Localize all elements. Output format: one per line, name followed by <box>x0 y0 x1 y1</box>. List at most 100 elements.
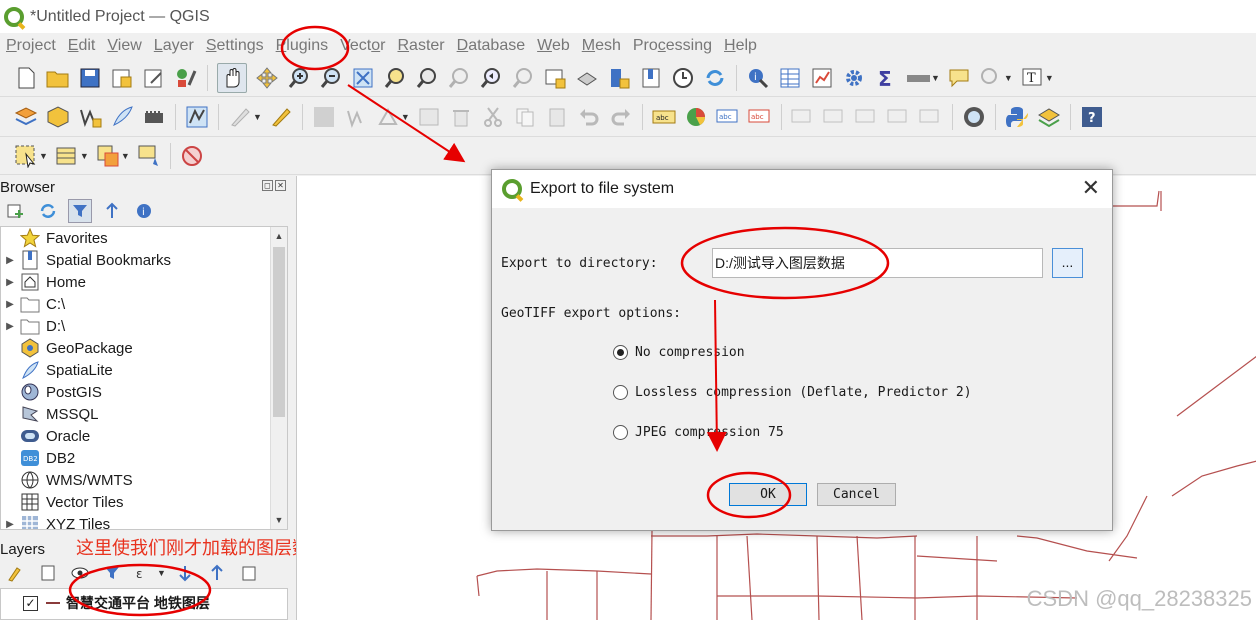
menu-view[interactable]: View <box>101 37 147 55</box>
new-temporary-layer-icon[interactable] <box>142 105 166 129</box>
zoom-out-icon[interactable] <box>319 66 343 90</box>
zoom-native-icon[interactable] <box>447 66 471 90</box>
tree-item-spatialite[interactable]: SpatiaLite <box>1 359 287 381</box>
radio-lossless-compression[interactable]: Lossless compression (Deflate, Predictor… <box>613 385 972 400</box>
menu-plugins[interactable]: Plugins <box>270 37 334 55</box>
expand-arrow-icon[interactable]: ▶ <box>1 519 19 530</box>
add-group-icon[interactable] <box>36 561 60 585</box>
deselect-features-icon[interactable] <box>96 144 120 168</box>
tree-item-favorites[interactable]: Favorites <box>1 227 287 249</box>
identify-icon[interactable]: i <box>746 66 770 90</box>
zoom-last-icon[interactable] <box>479 66 503 90</box>
attribute-table-icon[interactable] <box>778 66 802 90</box>
settings-gear-icon[interactable] <box>842 66 866 90</box>
browse-button[interactable]: ... <box>1052 248 1083 278</box>
plugin-globe-icon[interactable] <box>962 105 986 129</box>
zoom-to-layer-icon[interactable] <box>415 66 439 90</box>
add-selected-layers-icon[interactable] <box>4 199 28 223</box>
menu-mesh[interactable]: Mesh <box>576 37 627 55</box>
expand-arrow-icon[interactable]: ▶ <box>1 299 19 310</box>
copy-features-icon[interactable] <box>513 105 537 129</box>
measure-dropdown-icon[interactable]: ▼ <box>931 73 940 83</box>
map-tips-icon[interactable] <box>947 66 971 90</box>
new-shapefile-icon[interactable] <box>78 105 102 129</box>
menu-processing[interactable]: Processing <box>627 37 718 55</box>
new-bookmark-icon[interactable] <box>607 66 631 90</box>
scrollbar-thumb[interactable] <box>273 247 285 417</box>
change-label-icon[interactable] <box>919 105 943 129</box>
tree-item-geopackage[interactable]: GeoPackage <box>1 337 287 359</box>
new-project-icon[interactable] <box>14 66 38 90</box>
zoom-to-selection-icon[interactable] <box>383 66 407 90</box>
style-manager-icon[interactable] <box>174 66 198 90</box>
data-source-manager-icon[interactable] <box>14 105 38 129</box>
radio-button[interactable] <box>613 425 628 440</box>
tree-item-oracle[interactable]: Oracle <box>1 425 287 447</box>
collapse-all-icon[interactable] <box>100 199 124 223</box>
show-bookmarks-icon[interactable] <box>639 66 663 90</box>
expand-arrow-icon[interactable]: ▶ <box>1 277 19 288</box>
label-toolbar-icon[interactable]: abc <box>652 105 676 129</box>
current-edits-dropdown-icon[interactable]: ▼ <box>253 112 262 122</box>
tree-item-home[interactable]: ▶ Home <box>1 271 287 293</box>
refresh-icon[interactable] <box>703 66 727 90</box>
expand-arrow-icon[interactable]: ▶ <box>1 255 19 266</box>
select-by-location-icon[interactable] <box>137 144 161 168</box>
add-feature-icon[interactable] <box>344 105 368 129</box>
delete-selected-icon[interactable] <box>449 105 473 129</box>
text-annotation-icon[interactable]: T <box>1020 66 1044 90</box>
print-layout-icon[interactable] <box>142 66 166 90</box>
modify-attributes-icon[interactable] <box>417 105 441 129</box>
scroll-down-icon[interactable]: ▼ <box>271 512 287 528</box>
save-project-icon[interactable] <box>78 66 102 90</box>
toggle-editing-icon[interactable] <box>269 105 293 129</box>
zoom-next-icon[interactable] <box>511 66 535 90</box>
layers-plugin-icon[interactable] <box>1037 105 1061 129</box>
vertex-tool-dropdown-icon[interactable]: ▼ <box>401 112 410 122</box>
tree-item-wms[interactable]: WMS/WMTS <box>1 469 287 491</box>
radio-button-selected[interactable] <box>613 345 628 360</box>
move-label-icon[interactable] <box>855 105 879 129</box>
menu-vector[interactable]: Vector <box>334 37 391 55</box>
menu-database[interactable]: Database <box>451 37 532 55</box>
remove-layer-icon[interactable] <box>237 561 261 585</box>
new-map-view-icon[interactable] <box>543 66 567 90</box>
layer-styling-icon[interactable] <box>4 561 28 585</box>
cancel-button[interactable]: Cancel <box>817 483 896 506</box>
expression-dropdown-icon[interactable]: ▼ <box>157 568 166 578</box>
menu-project[interactable]: Project <box>0 37 62 55</box>
digitize-icon[interactable] <box>185 105 209 129</box>
help-icon[interactable]: ? <box>1080 105 1104 129</box>
pan-to-selection-icon[interactable] <box>255 66 279 90</box>
select-by-attribute-dropdown-icon[interactable]: ▼ <box>80 151 89 161</box>
measure-icon[interactable] <box>906 66 930 90</box>
radio-jpeg-compression[interactable]: JPEG compression 75 <box>613 425 784 440</box>
collapse-layers-icon[interactable] <box>205 561 229 585</box>
tree-item-drive-d[interactable]: ▶ D:\ <box>1 315 287 337</box>
tree-item-mssql[interactable]: MSSQL <box>1 403 287 425</box>
current-edits-icon[interactable] <box>228 105 252 129</box>
layer-labeling-icon[interactable]: abc <box>716 105 740 129</box>
menu-web[interactable]: Web <box>531 37 576 55</box>
redo-icon[interactable] <box>609 105 633 129</box>
expand-all-icon[interactable] <box>173 561 197 585</box>
python-console-icon[interactable] <box>1005 105 1029 129</box>
select-features-icon[interactable] <box>14 144 38 168</box>
rotate-label-icon[interactable] <box>887 105 911 129</box>
close-icon[interactable]: ✕ <box>1082 176 1100 200</box>
undo-icon[interactable] <box>577 105 601 129</box>
expand-arrow-icon[interactable]: ▶ <box>1 321 19 332</box>
new-3d-view-icon[interactable] <box>575 66 599 90</box>
temporal-controller-icon[interactable] <box>671 66 695 90</box>
statistics-icon[interactable] <box>810 66 834 90</box>
radio-button[interactable] <box>613 385 628 400</box>
layer-item[interactable]: ✓ 智慧交通平台 地铁图层 <box>23 592 210 614</box>
scroll-up-icon[interactable]: ▲ <box>271 228 287 244</box>
filter-browser-icon[interactable] <box>68 199 92 223</box>
radio-no-compression[interactable]: No compression <box>613 345 745 360</box>
cut-features-icon[interactable] <box>481 105 505 129</box>
menu-edit[interactable]: Edit <box>62 37 102 55</box>
vertex-tool-icon[interactable] <box>376 105 400 129</box>
tree-item-postgis[interactable]: PostGIS <box>1 381 287 403</box>
pin-labels-icon[interactable] <box>791 105 815 129</box>
